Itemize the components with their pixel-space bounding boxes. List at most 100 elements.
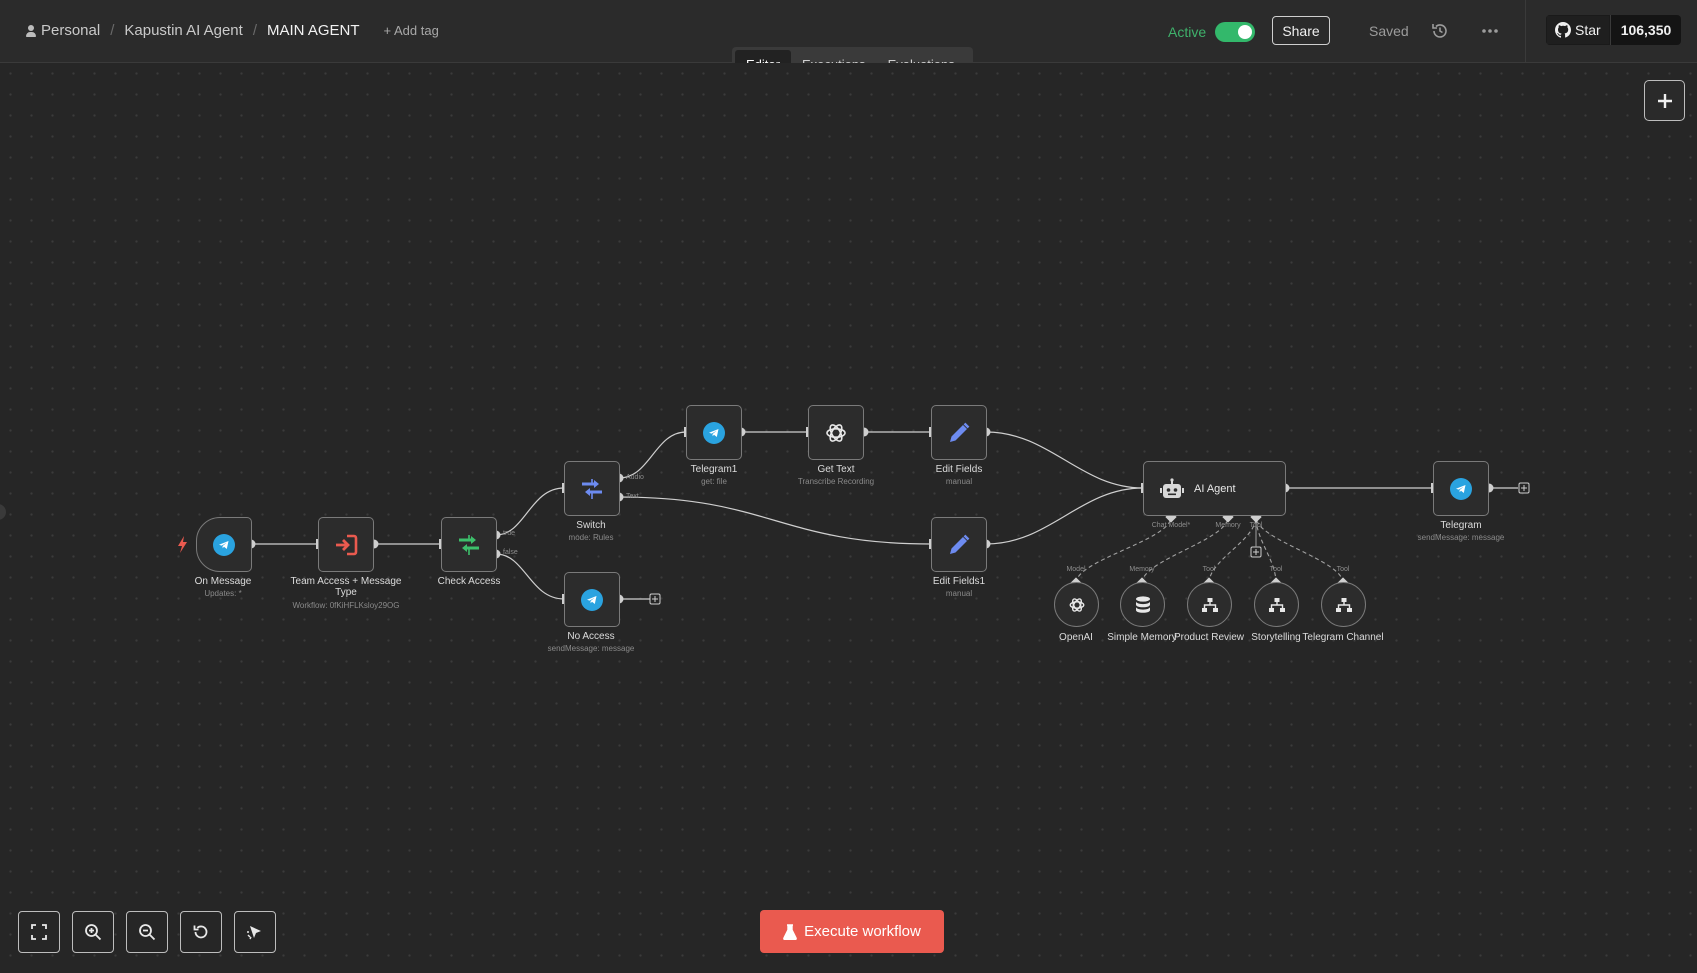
- output-label-true: true: [503, 530, 516, 537]
- node-label: Edit Fields: [935, 464, 983, 475]
- breadcrumb-separator: /: [252, 22, 257, 39]
- node-get-text[interactable]: [808, 405, 864, 460]
- node-no-access[interactable]: [564, 572, 620, 627]
- active-toggle[interactable]: [1215, 22, 1256, 42]
- input-label-tool: Tool: [1249, 522, 1263, 529]
- saved-status: Saved: [1369, 23, 1409, 39]
- history-icon[interactable]: [1430, 21, 1450, 41]
- node-telegram1[interactable]: [686, 405, 742, 460]
- node-openai[interactable]: [1054, 582, 1099, 627]
- node-subtitle: Transcribe Recording: [797, 477, 875, 486]
- if-icon: [459, 534, 479, 555]
- node-subtitle: get: file: [701, 477, 727, 486]
- active-control: Active: [1168, 22, 1256, 42]
- workflow-name[interactable]: MAIN AGENT: [267, 22, 360, 39]
- github-star[interactable]: Star: [1546, 15, 1610, 45]
- node-storytelling[interactable]: [1254, 582, 1299, 627]
- add-tag-button[interactable]: + Add tag: [384, 23, 439, 38]
- execute-workflow-button[interactable]: Execute workflow: [760, 910, 944, 953]
- person-icon: [26, 24, 36, 37]
- output-label-memory: Memory: [1129, 566, 1155, 573]
- node-label: Product Review: [1173, 632, 1245, 643]
- node-label: Check Access: [437, 576, 501, 587]
- node-subtitle: manual: [945, 477, 973, 486]
- node-subtitle: mode: Rules: [568, 533, 614, 542]
- more-options-icon[interactable]: [1480, 21, 1500, 41]
- node-label: Switch: [576, 520, 606, 531]
- node-label: Telegram Channel: [1302, 632, 1384, 643]
- zoom-in-button[interactable]: [72, 911, 114, 953]
- github-star-button[interactable]: Star 106,350: [1546, 15, 1682, 45]
- node-simple-memory[interactable]: [1120, 582, 1165, 627]
- node-label: OpenAI: [1059, 632, 1093, 643]
- node-telegram[interactable]: [1433, 461, 1489, 516]
- node-subtitle: sendMessage: message: [547, 644, 635, 653]
- openai-icon: [1069, 597, 1084, 612]
- zoom-in-icon: [85, 924, 102, 941]
- execute-workflow-icon: [336, 534, 358, 555]
- workflow-tool-icon: [1201, 597, 1218, 612]
- execute-workflow-label: Execute workflow: [804, 923, 921, 940]
- github-star-label: Star: [1575, 22, 1601, 38]
- node-label: Team Access + Message Type: [290, 576, 402, 598]
- reset-zoom-button[interactable]: [180, 911, 222, 953]
- tidy-up-button[interactable]: [234, 911, 276, 953]
- node-check-access[interactable]: [441, 517, 497, 572]
- plus-icon: [1657, 93, 1672, 108]
- reset-zoom-icon: [193, 925, 208, 939]
- output-label-audio: Audio: [626, 474, 644, 481]
- breadcrumb-separator: /: [110, 22, 115, 39]
- node-label: No Access: [567, 631, 615, 642]
- node-on-message[interactable]: [196, 517, 252, 572]
- output-label-tool: Tool: [1202, 566, 1216, 573]
- node-label: Telegram: [1440, 520, 1482, 531]
- node-label: Telegram1: [690, 464, 738, 475]
- fit-view-icon: [31, 924, 47, 940]
- output-label-false: false: [503, 549, 518, 556]
- robot-icon: [1160, 477, 1184, 498]
- node-subtitle: manual: [945, 589, 973, 598]
- node-team-access[interactable]: [318, 517, 374, 572]
- header-divider: [1525, 0, 1526, 63]
- node-subtitle: Updates: *: [204, 589, 242, 598]
- fit-view-button[interactable]: [18, 911, 60, 953]
- node-switch[interactable]: [564, 461, 620, 516]
- breadcrumb-project[interactable]: Kapustin AI Agent: [124, 22, 242, 39]
- workflow-canvas[interactable]: [0, 63, 1697, 973]
- workflow-tool-icon: [1335, 597, 1352, 612]
- node-edit-fields[interactable]: [931, 405, 987, 460]
- telegram-icon: [703, 421, 725, 444]
- node-subtitle: Workflow: 0fKiHFLKsloy29OG: [292, 601, 400, 610]
- node-label: Storytelling: [1251, 632, 1301, 643]
- input-label-chat-model: Chat Model*: [1151, 522, 1191, 529]
- node-label: On Message: [194, 576, 252, 587]
- telegram-icon: [581, 588, 603, 611]
- pencil-icon: [950, 422, 970, 442]
- pencil-icon: [950, 534, 970, 554]
- output-label-tool: Tool: [1269, 566, 1283, 573]
- node-label: AI Agent: [1194, 482, 1236, 495]
- telegram-icon: [1450, 477, 1472, 500]
- node-ai-agent[interactable]: AI Agent: [1143, 461, 1286, 516]
- output-label-tool: Tool: [1336, 566, 1350, 573]
- output-label-model: Model: [1066, 566, 1086, 573]
- node-label: Edit Fields1: [932, 576, 986, 587]
- add-node-button[interactable]: [1644, 80, 1685, 121]
- share-button[interactable]: Share: [1272, 16, 1330, 45]
- breadcrumb-personal[interactable]: Personal: [41, 22, 100, 39]
- database-icon: [1135, 595, 1150, 613]
- zoom-out-button[interactable]: [126, 911, 168, 953]
- node-label: Get Text: [817, 464, 855, 475]
- node-edit-fields1[interactable]: [931, 517, 987, 572]
- active-label: Active: [1168, 24, 1207, 40]
- node-product-review[interactable]: [1187, 582, 1232, 627]
- node-subtitle: sendMessage: message: [1417, 533, 1505, 542]
- workflow-tool-icon: [1268, 597, 1285, 612]
- flask-icon: [783, 923, 797, 940]
- github-star-count[interactable]: 106,350: [1609, 15, 1682, 45]
- input-label-memory: Memory: [1215, 522, 1241, 529]
- zoom-out-icon: [139, 924, 156, 941]
- node-telegram-channel[interactable]: [1321, 582, 1366, 627]
- tidy-up-icon: [247, 926, 261, 940]
- switch-icon: [582, 478, 602, 499]
